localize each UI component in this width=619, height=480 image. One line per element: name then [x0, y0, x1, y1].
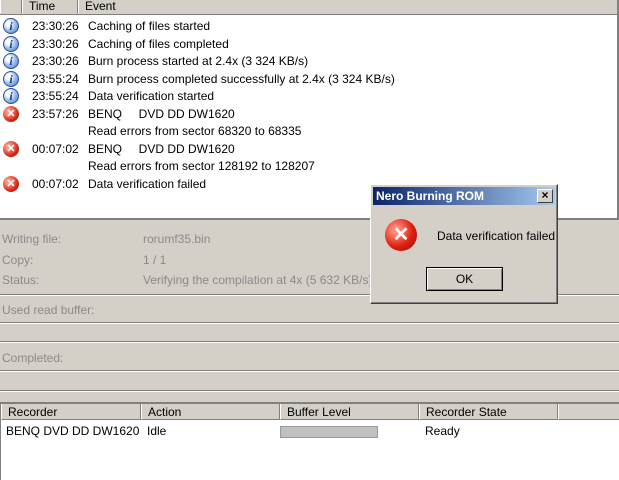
- used-read-buffer-label: Used read buffer:: [2, 303, 95, 317]
- log-time: 23:55:24: [32, 89, 79, 103]
- col-empty: [558, 404, 619, 420]
- log-event: Read errors from sector 68320 to 68335: [88, 124, 302, 138]
- recorder-name: BENQ DVD DD DW1620: [6, 424, 140, 438]
- col-recorder[interactable]: Recorder: [1, 404, 141, 420]
- log-event: Data verification failed: [88, 176, 207, 191]
- info-icon: i: [3, 53, 19, 69]
- log-event: BENQ DVD DD DW1620: [88, 141, 235, 156]
- log-header-icon-col[interactable]: [0, 0, 22, 13]
- log-header: Time Event: [0, 0, 617, 15]
- completed-label: Completed:: [2, 351, 64, 365]
- recorder-action: Idle: [147, 424, 167, 438]
- log-event: Burn process started at 2.4x (3 324 KB/s…: [88, 54, 309, 68]
- copy-label: Copy:: [2, 253, 34, 267]
- log-event: Burn process completed successfully at 2…: [88, 71, 395, 86]
- log-row[interactable]: Read errors from sector 128192 to 128207: [0, 157, 617, 175]
- log-time: 23:30:26: [32, 36, 79, 51]
- log-row[interactable]: ✕ 00:07:02 BENQ DVD DD DW1620: [0, 140, 617, 158]
- divider: [0, 390, 619, 392]
- log-event: Data verification started: [88, 89, 215, 103]
- recorder-header: Recorder Action Buffer Level Recorder St…: [1, 404, 619, 420]
- log-event: Caching of files completed: [88, 36, 229, 51]
- recorder-table[interactable]: Recorder Action Buffer Level Recorder St…: [0, 402, 619, 480]
- error-icon: ✕: [3, 105, 19, 122]
- log-row[interactable]: i 23:30:26 Burn process started at 2.4x (3…: [0, 52, 617, 70]
- error-icon: ✕: [3, 175, 19, 192]
- log-time: 00:07:02: [32, 176, 79, 191]
- divider: [0, 322, 619, 324]
- writing-file-value: rorumf35.bin: [143, 232, 211, 246]
- col-buffer-level[interactable]: Buffer Level: [280, 404, 419, 420]
- divider: [0, 341, 619, 343]
- col-recorder-state[interactable]: Recorder State: [419, 404, 558, 420]
- log-event: Caching of files started: [88, 19, 211, 33]
- close-button[interactable]: ×: [537, 189, 553, 203]
- log-row[interactable]: i 23:30:26 Caching of files started: [0, 17, 617, 35]
- info-icon: i: [3, 35, 19, 52]
- error-dialog: Nero Burning ROM × ✕ Data verification f…: [370, 184, 558, 304]
- info-icon: i: [3, 18, 19, 34]
- writing-file-label: Writing file:: [2, 232, 62, 246]
- info-icon: i: [3, 70, 19, 87]
- recorder-state: Ready: [425, 424, 460, 438]
- dialog-titlebar[interactable]: Nero Burning ROM ×: [373, 187, 555, 205]
- recorder-row[interactable]: BENQ DVD DD DW1620 Idle Ready: [1, 424, 619, 440]
- log-time: 23:30:26: [32, 54, 79, 68]
- status-label: Status:: [2, 273, 40, 287]
- error-icon: ✕: [3, 140, 19, 157]
- close-icon: ×: [541, 188, 549, 202]
- log-event: BENQ DVD DD DW1620: [88, 106, 235, 121]
- log-rows: i 23:30:26 Caching of files started i 23:30:…: [0, 17, 617, 192]
- dialog-message: Data verification failed: [437, 229, 556, 243]
- info-icon: i: [3, 88, 19, 104]
- col-action[interactable]: Action: [141, 404, 280, 420]
- ok-button[interactable]: OK: [426, 267, 503, 291]
- log-header-time[interactable]: Time: [22, 0, 78, 13]
- buffer-level-bar: [280, 426, 378, 438]
- log-row[interactable]: i 23:55:24 Data verification started: [0, 87, 617, 105]
- dialog-title: Nero Burning ROM: [376, 189, 484, 203]
- log-time: 23:30:26: [32, 19, 79, 33]
- log-time: 23:57:26: [32, 106, 79, 121]
- log-time: 23:55:24: [32, 71, 79, 86]
- log-row[interactable]: Read errors from sector 68320 to 68335: [0, 122, 617, 140]
- log-header-event[interactable]: Event: [78, 0, 617, 13]
- log-row[interactable]: ✕ 23:57:26 BENQ DVD DD DW1620: [0, 105, 617, 123]
- status-value: Verifying the compilation at 4x (5 632 K…: [143, 273, 373, 287]
- error-icon: ✕: [385, 219, 417, 251]
- log-row[interactable]: i 23:30:26 Caching of files completed: [0, 35, 617, 53]
- log-event: Read errors from sector 128192 to 128207: [88, 159, 315, 173]
- copy-value: 1 / 1: [143, 253, 167, 267]
- log-row[interactable]: i 23:55:24 Burn process completed successf…: [0, 70, 617, 88]
- divider: [0, 370, 619, 372]
- log-time: 00:07:02: [32, 141, 79, 156]
